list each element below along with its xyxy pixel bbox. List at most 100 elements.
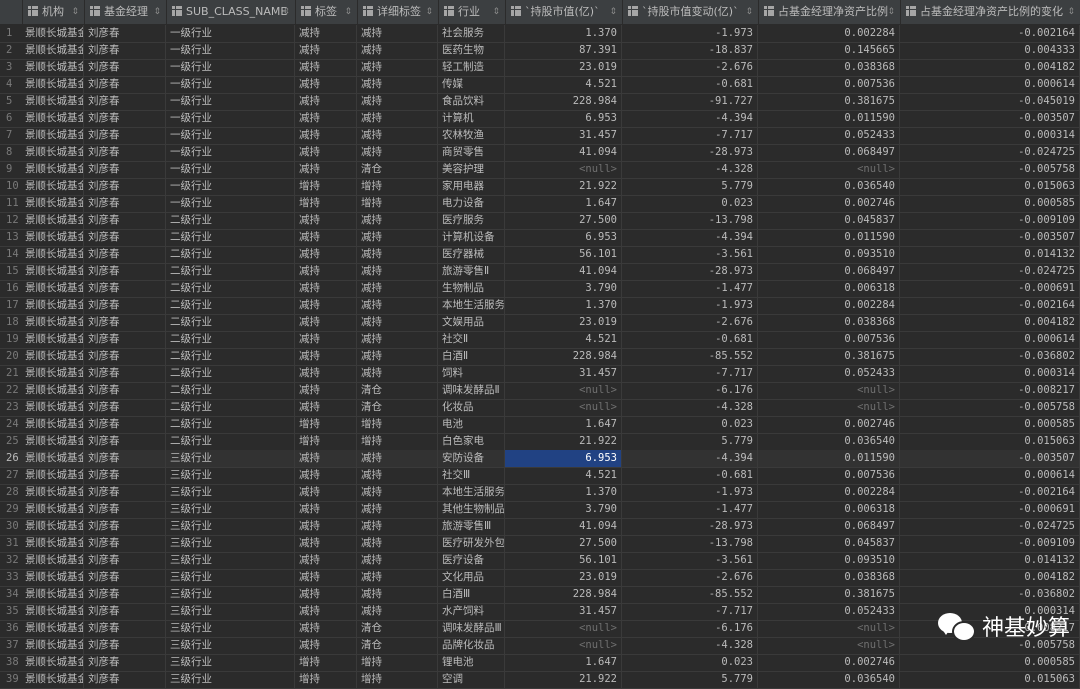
- table-cell[interactable]: 刘彦春: [84, 365, 166, 382]
- table-cell[interactable]: 二级行业: [166, 416, 295, 433]
- table-cell[interactable]: 二级行业: [166, 348, 295, 365]
- table-cell[interactable]: 0.045837: [758, 212, 900, 229]
- table-cell[interactable]: 0.015063: [900, 433, 1080, 450]
- table-cell[interactable]: -0.005758: [900, 161, 1080, 178]
- table-cell[interactable]: 景顺长城基金: [22, 467, 84, 484]
- table-cell[interactable]: <null>: [505, 637, 622, 654]
- table-cell[interactable]: 刘彦春: [84, 25, 166, 42]
- column-header[interactable]: 详细标签 ⇕: [357, 0, 439, 24]
- table-row[interactable]: 17 景顺长城基金 刘彦春 二级行业 减持 减持 本地生活服务Ⅰ 1.370 -1.973 0.0…: [0, 297, 1080, 315]
- table-cell[interactable]: 医疗器械: [438, 246, 505, 263]
- table-row[interactable]: 29 景顺长城基金 刘彦春 三级行业 减持 减持 其他生物制品 3.790 -1.477 0.00…: [0, 501, 1080, 519]
- table-cell[interactable]: 0.002746: [758, 195, 900, 212]
- table-cell[interactable]: 减持: [295, 365, 357, 382]
- table-cell[interactable]: -4.328: [622, 161, 758, 178]
- table-row[interactable]: 26 景顺长城基金 刘彦春 三级行业 减持 减持 安防设备 6.953 -4.394 0.0115…: [0, 450, 1080, 468]
- table-cell[interactable]: 0.004182: [900, 59, 1080, 76]
- table-cell[interactable]: 三级行业: [166, 484, 295, 501]
- table-cell[interactable]: 减持: [295, 518, 357, 535]
- table-cell[interactable]: 减持: [295, 76, 357, 93]
- table-cell[interactable]: 景顺长城基金: [22, 127, 84, 144]
- table-cell[interactable]: -0.045019: [900, 93, 1080, 110]
- table-cell[interactable]: 锂电池: [438, 654, 505, 671]
- table-cell[interactable]: -1.973: [622, 297, 758, 314]
- table-cell[interactable]: -91.727: [622, 93, 758, 110]
- table-cell[interactable]: 0.000585: [900, 195, 1080, 212]
- table-cell[interactable]: 0.004182: [900, 569, 1080, 586]
- table-cell[interactable]: 减持: [295, 42, 357, 59]
- table-cell[interactable]: -0.003507: [900, 450, 1080, 467]
- table-cell[interactable]: -4.394: [622, 229, 758, 246]
- table-cell[interactable]: 减持: [295, 25, 357, 42]
- table-cell[interactable]: -6.176: [622, 620, 758, 637]
- table-cell[interactable]: 二级行业: [166, 280, 295, 297]
- table-cell[interactable]: -7.717: [622, 365, 758, 382]
- table-cell[interactable]: 文娱用品: [438, 314, 505, 331]
- table-cell[interactable]: -7.717: [622, 603, 758, 620]
- table-cell[interactable]: 电池: [438, 416, 505, 433]
- table-cell[interactable]: 增持: [357, 178, 438, 195]
- table-cell[interactable]: 0.045837: [758, 535, 900, 552]
- table-cell[interactable]: 0.014132: [900, 246, 1080, 263]
- table-row[interactable]: 2 景顺长城基金 刘彦春 一级行业 减持 减持 医药生物 87.391 -18.837 0.145…: [0, 42, 1080, 60]
- table-cell[interactable]: -0.681: [622, 331, 758, 348]
- table-cell[interactable]: 医疗研发外包: [438, 535, 505, 552]
- table-cell[interactable]: 生物制品: [438, 280, 505, 297]
- table-cell[interactable]: 空调: [438, 671, 505, 688]
- table-cell[interactable]: 减持: [357, 365, 438, 382]
- table-cell[interactable]: 刘彦春: [84, 382, 166, 399]
- table-cell[interactable]: 0.002284: [758, 297, 900, 314]
- table-cell[interactable]: 清仓: [357, 637, 438, 654]
- table-cell[interactable]: 0.007536: [758, 331, 900, 348]
- table-row[interactable]: 9 景顺长城基金 刘彦春 一级行业 减持 清仓 美容护理 <null> -4.328 <null>…: [0, 161, 1080, 179]
- table-cell[interactable]: 41.094: [505, 518, 622, 535]
- table-cell[interactable]: 减持: [295, 586, 357, 603]
- table-cell[interactable]: 6.953: [505, 110, 622, 127]
- table-cell[interactable]: -1.973: [622, 25, 758, 42]
- table-cell[interactable]: 21.922: [505, 433, 622, 450]
- table-row[interactable]: 31 景顺长城基金 刘彦春 三级行业 减持 减持 医疗研发外包 27.500 -13.798 0.…: [0, 535, 1080, 553]
- table-cell[interactable]: 6.953: [505, 450, 622, 467]
- table-cell[interactable]: 0.000585: [900, 416, 1080, 433]
- table-cell[interactable]: 0.023: [622, 416, 758, 433]
- table-cell[interactable]: -28.973: [622, 518, 758, 535]
- table-cell[interactable]: 一级行业: [166, 161, 295, 178]
- column-header[interactable]: `持股市值(亿)` ⇕: [505, 0, 623, 24]
- table-cell[interactable]: 景顺长城基金: [22, 263, 84, 280]
- table-cell[interactable]: 0.000585: [900, 654, 1080, 671]
- table-cell[interactable]: 4.521: [505, 76, 622, 93]
- table-cell[interactable]: 饲料: [438, 365, 505, 382]
- table-cell[interactable]: -0.681: [622, 76, 758, 93]
- table-cell[interactable]: 水产饲料: [438, 603, 505, 620]
- table-cell[interactable]: -4.328: [622, 399, 758, 416]
- table-cell[interactable]: -3.561: [622, 246, 758, 263]
- table-cell[interactable]: 减持: [357, 76, 438, 93]
- table-cell[interactable]: <null>: [505, 161, 622, 178]
- table-cell[interactable]: 1.647: [505, 416, 622, 433]
- table-cell[interactable]: 1.370: [505, 25, 622, 42]
- table-cell[interactable]: 0.006318: [758, 280, 900, 297]
- table-row[interactable]: 30 景顺长城基金 刘彦春 三级行业 减持 减持 旅游零售Ⅲ 41.094 -28.973 0.0…: [0, 518, 1080, 536]
- table-cell[interactable]: 228.984: [505, 348, 622, 365]
- table-cell[interactable]: 减持: [295, 620, 357, 637]
- table-cell[interactable]: -4.394: [622, 450, 758, 467]
- table-cell[interactable]: 5.779: [622, 178, 758, 195]
- table-cell[interactable]: 二级行业: [166, 331, 295, 348]
- table-cell[interactable]: 白色家电: [438, 433, 505, 450]
- sort-icon[interactable]: ⇕: [425, 0, 433, 24]
- table-cell[interactable]: 减持: [357, 569, 438, 586]
- table-row[interactable]: 32 景顺长城基金 刘彦春 三级行业 减持 减持 医疗设备 56.101 -3.561 0.093…: [0, 552, 1080, 570]
- table-cell[interactable]: 本地生活服务Ⅰ: [438, 297, 505, 314]
- table-cell[interactable]: 228.984: [505, 586, 622, 603]
- table-cell[interactable]: 5.779: [622, 671, 758, 688]
- table-cell[interactable]: -0.005758: [900, 399, 1080, 416]
- table-cell[interactable]: 减持: [357, 280, 438, 297]
- table-cell[interactable]: 景顺长城基金: [22, 535, 84, 552]
- table-cell[interactable]: -0.009109: [900, 535, 1080, 552]
- table-cell[interactable]: 刘彦春: [84, 331, 166, 348]
- table-cell[interactable]: 刘彦春: [84, 144, 166, 161]
- table-cell[interactable]: 减持: [357, 42, 438, 59]
- table-cell[interactable]: <null>: [758, 620, 900, 637]
- table-cell[interactable]: 0.002284: [758, 484, 900, 501]
- table-cell[interactable]: 一级行业: [166, 110, 295, 127]
